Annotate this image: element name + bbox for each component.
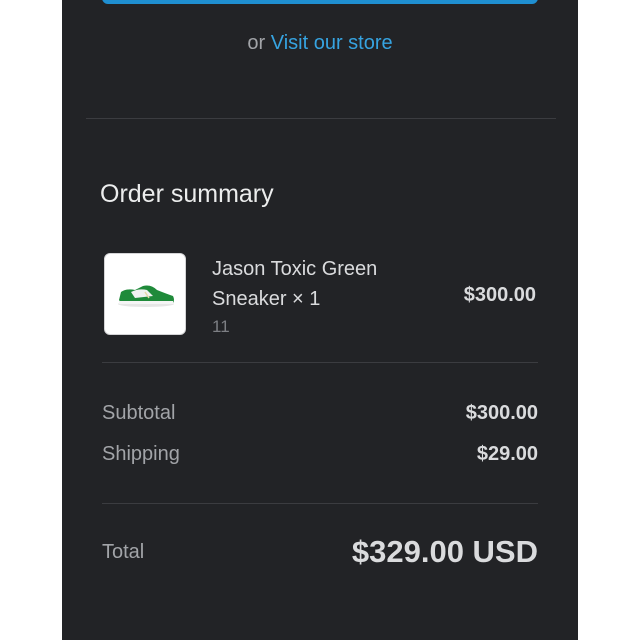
visit-store-link[interactable]: Visit our store (271, 32, 393, 54)
product-image (104, 253, 186, 335)
shipping-label: Shipping (102, 443, 180, 465)
section-divider (86, 118, 556, 119)
subtotal-value: $300.00 (465, 402, 538, 424)
line-items-divider (102, 362, 538, 363)
shipping-value: $29.00 (476, 443, 538, 465)
product-price: $300.00 (463, 284, 536, 306)
total-value: $329.00 USD (351, 534, 538, 569)
primary-action-button[interactable] (102, 0, 538, 4)
subtotal-label: Subtotal (102, 402, 176, 424)
total-label: Total (102, 541, 145, 563)
product-variant: 11 (212, 317, 230, 336)
store-link-prefix: or (247, 32, 266, 54)
product-name: Jason Toxic Green Sneaker × 1 (212, 258, 378, 310)
checkout-panel: or Visit our store Order summary Jason T… (62, 0, 578, 640)
order-summary-title: Order summary (100, 180, 274, 208)
store-link-line: or Visit our store (62, 32, 578, 55)
sneaker-icon (118, 285, 174, 307)
totals-divider (102, 503, 538, 504)
